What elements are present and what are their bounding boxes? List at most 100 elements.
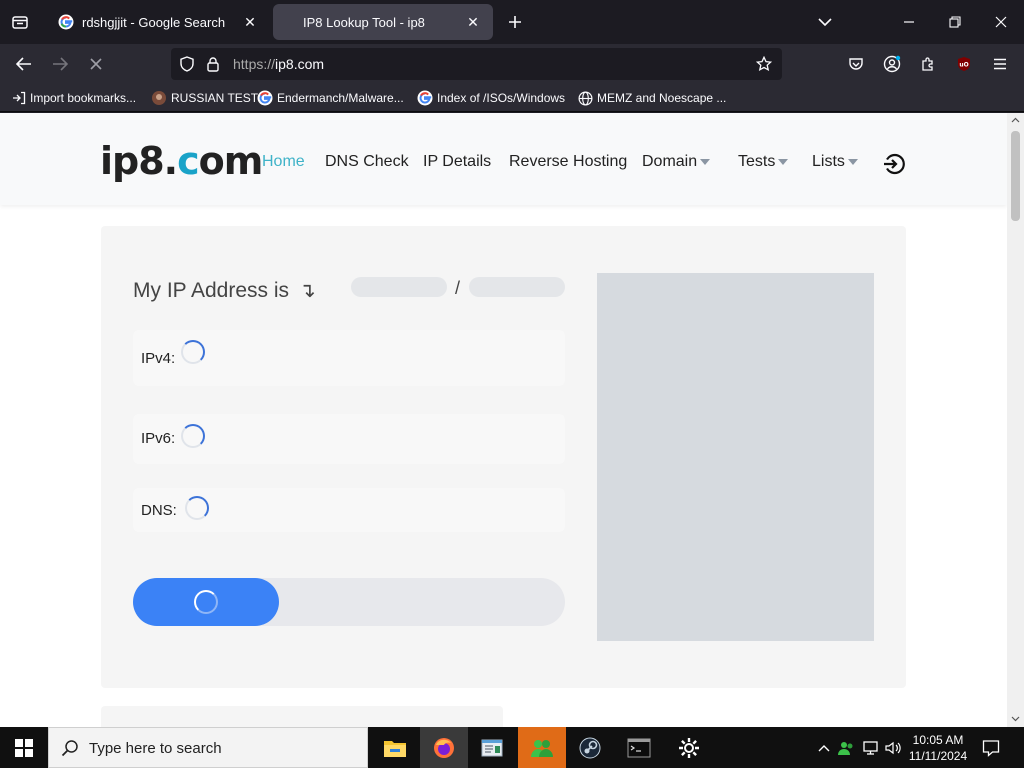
ublock-shield-icon: uO xyxy=(958,57,970,71)
site-logo[interactable]: ip8.com xyxy=(100,139,263,183)
account-icon xyxy=(883,55,901,73)
my-ip-title: My IP Address is ↴ xyxy=(133,278,316,303)
chevron-up-icon xyxy=(818,745,830,752)
app-menu-button[interactable] xyxy=(986,50,1014,78)
page-scrollbar[interactable] xyxy=(1007,113,1024,727)
bookmark-label: RUSSIAN TEST xyxy=(171,91,259,105)
taskbar-steam[interactable] xyxy=(566,727,614,768)
tab-google-search[interactable]: rdshgjjit - Google Search ✕ xyxy=(46,4,270,40)
search-placeholder: Type here to search xyxy=(89,740,222,757)
settings-icon xyxy=(679,737,699,758)
taskbar-people-app[interactable] xyxy=(518,727,566,768)
loading-spinner-icon xyxy=(181,340,205,364)
caret-down-icon xyxy=(700,159,711,165)
taskbar-settings[interactable] xyxy=(665,727,713,768)
pocket-button[interactable] xyxy=(842,50,870,78)
bookmark-label: Endermanch/Malware... xyxy=(277,91,404,105)
ublock-origin-button[interactable]: uO xyxy=(950,50,978,78)
stop-loading-button[interactable] xyxy=(82,50,110,78)
tab-title: rdshgjjit - Google Search xyxy=(82,14,226,30)
taskbar-notepad[interactable] xyxy=(468,727,516,768)
bookmark-russian-test[interactable]: RUSSIAN TEST xyxy=(151,90,258,106)
nav-reverse-hosting[interactable]: Reverse Hosting xyxy=(509,153,627,171)
taskbar-file-explorer[interactable] xyxy=(371,727,419,768)
people-icon xyxy=(531,739,553,757)
windows-taskbar: Type here to search 10:05 AM 11/11/2024 xyxy=(0,727,1024,768)
close-window-button[interactable] xyxy=(978,0,1024,44)
loading-spinner-icon xyxy=(181,424,205,448)
taskbar-terminal[interactable] xyxy=(615,727,663,768)
bookmark-label: Import bookmarks... xyxy=(30,91,137,105)
chevron-down-icon xyxy=(818,18,832,27)
nav-label: Tests xyxy=(738,153,776,170)
star-icon[interactable] xyxy=(756,56,772,72)
system-clock[interactable]: 10:05 AM 11/11/2024 xyxy=(904,732,972,764)
loading-progress-bar[interactable] xyxy=(133,578,565,626)
plus-icon xyxy=(509,16,521,28)
address-bar[interactable]: https://ip8.com xyxy=(171,48,782,80)
nav-home[interactable]: Home xyxy=(262,153,305,171)
bookmark-index-isos[interactable]: Index of /ISOs/Windows xyxy=(417,90,565,106)
tab-ip8-lookup[interactable]: IP8 Lookup Tool - ip8 ✕ xyxy=(273,4,493,40)
ipv4-placeholder xyxy=(351,277,447,297)
tab-list-icon xyxy=(12,16,28,29)
taskbar-search-box[interactable]: Type here to search xyxy=(48,727,368,768)
globe-icon xyxy=(578,91,593,105)
terminal-icon xyxy=(627,738,651,757)
ip-address-card: My IP Address is ↴ / IPv4: IPv6: DNS: xyxy=(101,226,906,688)
lock-icon[interactable] xyxy=(206,56,220,72)
loading-spinner-icon xyxy=(185,496,209,520)
bookmark-label: Index of /ISOs/Windows xyxy=(437,91,566,105)
puzzle-icon xyxy=(922,57,933,71)
secondary-card xyxy=(101,706,503,727)
url-text: https://ip8.com xyxy=(233,56,325,72)
google-icon xyxy=(58,14,74,30)
shield-icon[interactable] xyxy=(179,56,195,72)
search-icon xyxy=(61,740,78,757)
caret-down-icon xyxy=(847,159,858,165)
start-button[interactable] xyxy=(0,727,48,768)
nav-ip-details[interactable]: IP Details xyxy=(423,153,491,171)
notification-icon xyxy=(982,740,1000,757)
close-tab-icon[interactable]: ✕ xyxy=(242,14,258,30)
bookmark-memz[interactable]: MEMZ and Noescape ... xyxy=(578,90,726,106)
action-center-button[interactable] xyxy=(981,738,1001,758)
stop-icon xyxy=(90,58,102,70)
bookmark-import[interactable]: Import bookmarks... xyxy=(12,90,136,106)
minimize-button[interactable] xyxy=(886,0,932,44)
extensions-button[interactable] xyxy=(914,50,942,78)
tab-list-button[interactable] xyxy=(6,8,34,36)
scroll-down-icon[interactable] xyxy=(1011,716,1020,722)
new-tab-button[interactable] xyxy=(503,10,527,34)
scroll-up-icon[interactable] xyxy=(1011,117,1020,123)
nav-label: Domain xyxy=(642,153,698,170)
navigation-toolbar: https://ip8.com uO xyxy=(0,44,1024,84)
tray-people-app[interactable] xyxy=(836,738,856,758)
ip-separator: / xyxy=(455,278,461,298)
network-status-button[interactable] xyxy=(861,738,881,758)
nav-tests-dropdown[interactable]: Tests xyxy=(738,153,789,171)
list-all-tabs-button[interactable] xyxy=(802,0,848,44)
network-icon xyxy=(863,741,878,755)
forward-button[interactable] xyxy=(46,50,74,78)
ad-placeholder xyxy=(597,273,874,641)
taskbar-firefox[interactable] xyxy=(420,727,468,768)
back-button[interactable] xyxy=(10,50,38,78)
login-button[interactable] xyxy=(882,152,906,176)
nav-domain-dropdown[interactable]: Domain xyxy=(642,153,711,171)
speaker-icon xyxy=(885,741,901,755)
google-icon xyxy=(417,90,433,106)
restore-icon xyxy=(949,16,961,28)
sign-in-icon xyxy=(884,153,905,175)
close-tab-icon[interactable]: ✕ xyxy=(465,14,481,30)
restore-button[interactable] xyxy=(932,0,978,44)
bookmark-endermanch[interactable]: Endermanch/Malware... xyxy=(257,90,404,106)
clock-date: 11/11/2024 xyxy=(908,749,968,763)
account-button[interactable] xyxy=(878,50,906,78)
nav-dns-check[interactable]: DNS Check xyxy=(325,153,409,171)
show-hidden-icons-button[interactable] xyxy=(814,738,834,758)
volume-button[interactable] xyxy=(884,738,904,758)
dns-row: DNS: xyxy=(133,488,565,532)
nav-lists-dropdown[interactable]: Lists xyxy=(812,153,858,171)
scrollbar-thumb[interactable] xyxy=(1011,131,1020,221)
